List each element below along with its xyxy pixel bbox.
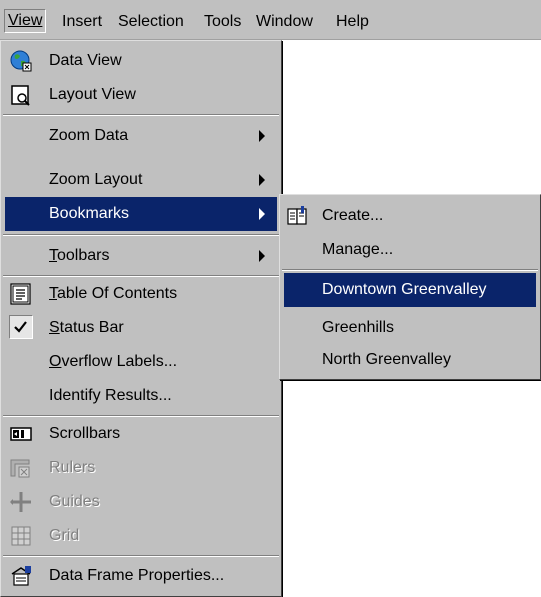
menu-item-zoom-layout[interactable]: Zoom Layout: [5, 163, 277, 197]
data-frame-properties-icon: [9, 564, 33, 588]
menu-item-grid: Grid: [5, 519, 277, 553]
bookmarks-submenu: Create... Manage... Downtown Greenvalley…: [279, 194, 541, 380]
menu-item-overflow-labels[interactable]: Overflow Labels...: [5, 345, 277, 379]
submenu-arrow-icon: [259, 174, 265, 186]
menu-help-label: Help: [336, 13, 369, 30]
menu-item-label: North Greenvalley: [322, 351, 451, 368]
menu-item-label: Bookmarks: [49, 205, 130, 222]
create-bookmark-icon: [286, 204, 310, 228]
menu-item-label: Guides: [49, 493, 100, 510]
menu-tools-label: Tools: [204, 13, 242, 30]
menu-item-label: Create...: [322, 207, 384, 224]
menu-help[interactable]: Help: [336, 11, 369, 33]
menu-item-bookmark-greenhills[interactable]: Greenhills: [284, 311, 536, 345]
menu-item-table-of-contents[interactable]: Table Of Contents: [5, 277, 277, 311]
menu-item-label: Table Of Contents: [49, 285, 178, 302]
rulers-icon: [9, 456, 33, 480]
menu-view-label: View: [8, 12, 43, 29]
menu-tools[interactable]: Tools: [204, 11, 241, 33]
menu-item-label: Zoom Data: [49, 127, 129, 144]
menu-item-guides: Guides: [5, 485, 277, 519]
menu-item-label: Layout View: [49, 86, 136, 103]
menu-item-scrollbars[interactable]: Scrollbars: [5, 417, 277, 451]
menu-item-label: Greenhills: [322, 319, 395, 336]
menu-separator: [3, 234, 279, 236]
menu-item-label: Toolbars: [49, 247, 110, 264]
menu-item-manage-bookmarks[interactable]: Manage...: [284, 233, 536, 267]
table-of-contents-icon: [9, 282, 33, 306]
menu-separator: [282, 269, 538, 271]
menu-item-label: Scrollbars: [49, 425, 121, 442]
menu-window[interactable]: Window: [256, 11, 313, 33]
menu-item-label: Manage...: [322, 241, 394, 258]
menu-window-label: Window: [256, 13, 313, 30]
menu-selection-label: Selection: [118, 13, 184, 30]
globe-icon: [9, 49, 33, 73]
menu-item-label: Zoom Layout: [49, 171, 143, 188]
checkmark-icon: [9, 315, 33, 339]
menu-item-label: Data View: [49, 52, 122, 69]
menu-item-bookmark-north-greenvalley[interactable]: North Greenvalley: [284, 343, 536, 377]
scrollbars-icon: [9, 422, 33, 446]
menu-item-label: Overflow Labels...: [49, 353, 178, 370]
menu-item-data-view[interactable]: Data View: [5, 44, 277, 78]
menu-item-label: Identify Results...: [49, 387, 172, 404]
menu-item-rulers: Rulers: [5, 451, 277, 485]
menu-item-label: Downtown Greenvalley: [322, 281, 487, 298]
menu-item-bookmarks[interactable]: Bookmarks: [5, 197, 277, 231]
menu-item-identify-results[interactable]: Identify Results...: [5, 379, 277, 413]
menu-item-label: Grid: [49, 527, 80, 544]
menu-item-bookmark-downtown-greenvalley[interactable]: Downtown Greenvalley: [284, 273, 536, 307]
layout-page-icon: [9, 83, 33, 107]
menu-item-status-bar[interactable]: Status Bar: [5, 311, 277, 345]
menu-item-label: Data Frame Properties...: [49, 567, 225, 584]
menu-insert-label: Insert: [62, 13, 103, 30]
menu-item-zoom-data[interactable]: Zoom Data: [5, 119, 277, 153]
menu-view[interactable]: View: [4, 9, 47, 33]
menu-item-layout-view[interactable]: Layout View: [5, 78, 277, 112]
grid-icon: [9, 524, 33, 548]
submenu-arrow-icon: [259, 208, 265, 220]
menu-insert[interactable]: Insert: [62, 11, 102, 33]
menu-item-create-bookmark[interactable]: Create...: [284, 199, 536, 233]
guides-icon: [9, 490, 33, 514]
menu-item-data-frame-properties[interactable]: Data Frame Properties...: [5, 559, 277, 593]
menu-bar: View Insert Selection Tools Window Help: [0, 0, 541, 40]
submenu-arrow-icon: [259, 130, 265, 142]
view-menu: Data View Layout View Zoom Data Zoom Lay…: [0, 40, 282, 597]
submenu-arrow-icon: [259, 250, 265, 262]
menu-separator: [3, 555, 279, 557]
menu-item-label: Rulers: [49, 459, 96, 476]
menu-item-toolbars[interactable]: Toolbars: [5, 239, 277, 273]
menu-item-label: Status Bar: [49, 319, 124, 336]
menu-selection[interactable]: Selection: [118, 11, 184, 33]
menu-separator: [3, 114, 279, 116]
